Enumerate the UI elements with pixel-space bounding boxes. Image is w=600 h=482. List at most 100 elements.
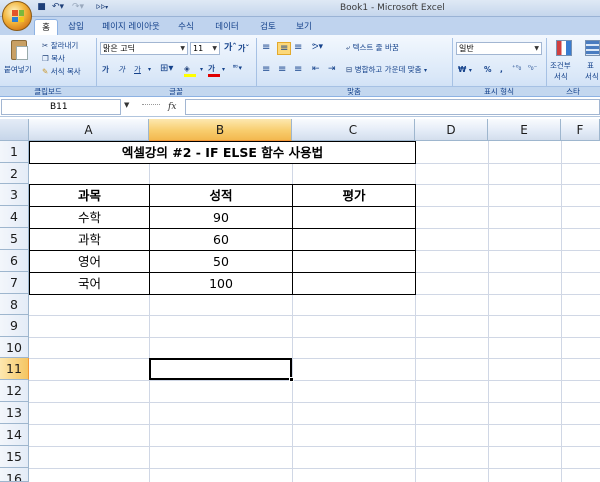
cell-score[interactable]: 90 — [150, 207, 292, 228]
fill-handle[interactable] — [289, 377, 294, 382]
tab-review[interactable]: 검토 — [254, 19, 282, 35]
chevron-down-icon[interactable]: ▼ — [124, 101, 134, 113]
cell-evaluation[interactable] — [293, 229, 415, 250]
column-header-f[interactable]: F — [561, 119, 600, 141]
cell-subject[interactable]: 과학 — [30, 229, 149, 250]
row-header-3[interactable]: 3 — [0, 184, 29, 206]
tab-home[interactable]: 홈 — [34, 19, 58, 35]
column-header-a[interactable]: A — [29, 119, 149, 141]
name-box[interactable]: B11 — [1, 99, 121, 115]
cell-subject[interactable]: 국어 — [30, 273, 149, 294]
insert-function-icon[interactable]: fx — [168, 99, 182, 115]
format-painter-button[interactable]: ✎ 서식 복사 — [42, 66, 81, 77]
grow-font-icon[interactable]: 가ˆ — [224, 43, 237, 54]
orientation-icon[interactable]: ᕗ▾ — [312, 42, 323, 53]
undo-icon[interactable]: ↶▾ — [50, 2, 66, 13]
decrease-indent-icon[interactable]: ⇤ — [312, 64, 320, 75]
cell-subject[interactable]: 영어 — [30, 251, 149, 272]
align-right-icon[interactable]: ≡ — [294, 64, 302, 75]
row-header-5[interactable]: 5 — [0, 228, 29, 250]
row-header-9[interactable]: 9 — [0, 315, 29, 337]
row-header-12[interactable]: 12 — [0, 380, 29, 402]
align-center-icon[interactable]: ≡ — [278, 64, 286, 75]
row-header-15[interactable]: 15 — [0, 446, 29, 468]
select-all-corner[interactable] — [0, 119, 29, 141]
phonetic-icon[interactable]: ᄈ▾ — [232, 63, 242, 74]
copy-button[interactable]: ❐ 복사 — [42, 53, 65, 64]
percent-button[interactable]: % — [484, 64, 492, 75]
header-score[interactable]: 성적 — [150, 185, 292, 206]
row-header-8[interactable]: 8 — [0, 294, 29, 315]
header-subject[interactable]: 과목 — [30, 185, 149, 206]
office-button[interactable] — [2, 1, 32, 31]
tab-formulas[interactable]: 수식 — [172, 19, 200, 35]
align-left-icon[interactable]: ≡ — [262, 64, 270, 75]
tab-insert[interactable]: 삽입 — [62, 19, 90, 35]
wrap-text-button[interactable]: ⤶ 텍스트 줄 바꿈 — [346, 42, 399, 53]
increase-decimal-icon[interactable]: ⁺⁰₀ — [512, 63, 521, 74]
format-as-table-label-2[interactable]: 서식 — [585, 71, 599, 82]
currency-button[interactable]: ₩ ▾ — [458, 64, 472, 76]
conditional-formatting-icon[interactable] — [556, 40, 572, 56]
cell-score[interactable]: 50 — [150, 251, 292, 272]
fill-dropdown-icon[interactable]: ▾ — [200, 64, 203, 75]
row-header-10[interactable]: 10 — [0, 337, 29, 358]
decrease-decimal-icon[interactable]: ⁰₀⁻ — [528, 63, 537, 74]
increase-indent-icon[interactable]: ⇥ — [328, 64, 336, 75]
formula-input[interactable] — [185, 99, 600, 115]
column-header-b[interactable]: B — [149, 119, 292, 141]
fill-color-button[interactable]: ◈ — [184, 63, 196, 77]
tab-page-layout[interactable]: 페이지 레이아웃 — [98, 19, 164, 35]
column-header-d[interactable]: D — [415, 119, 488, 141]
align-bottom-icon[interactable]: ≡ — [294, 42, 302, 53]
row-header-4[interactable]: 4 — [0, 206, 29, 228]
row-header-16[interactable]: 16 — [0, 468, 29, 482]
cell-subject[interactable]: 수학 — [30, 207, 149, 228]
borders-icon[interactable]: ⊞▾ — [160, 63, 173, 74]
cell-evaluation[interactable] — [293, 273, 415, 294]
column-header-c[interactable]: C — [292, 119, 415, 141]
font-color-button[interactable]: 가 — [208, 63, 220, 77]
comma-icon[interactable]: , — [500, 64, 503, 75]
cell-evaluation[interactable] — [293, 207, 415, 228]
font-name-combo[interactable]: 맑은 고딕 ▼ — [100, 42, 188, 55]
tab-data[interactable]: 데이터 — [210, 19, 244, 35]
row-header-1[interactable]: 1 — [0, 141, 29, 163]
row-header-13[interactable]: 13 — [0, 402, 29, 424]
font-size-combo[interactable]: 11 ▼ — [190, 42, 220, 55]
cell-score[interactable]: 100 — [150, 273, 292, 294]
bold-button[interactable]: 가 — [102, 64, 109, 75]
row-header-11[interactable]: 11 — [0, 358, 29, 380]
cell-evaluation[interactable] — [293, 251, 415, 272]
header-evaluation[interactable]: 평가 — [293, 185, 415, 206]
underline-dropdown-icon[interactable]: ▾ — [148, 64, 151, 75]
cell-score[interactable]: 60 — [150, 229, 292, 250]
row-header-7[interactable]: 7 — [0, 272, 29, 294]
cut-button[interactable]: ✂ 잘라내기 — [42, 40, 78, 51]
format-as-table-label[interactable]: 표 — [587, 60, 594, 71]
format-as-table-icon[interactable] — [585, 40, 600, 56]
italic-button[interactable]: 가 — [118, 64, 125, 75]
row-header-6[interactable]: 6 — [0, 250, 29, 272]
tab-view[interactable]: 보기 — [290, 19, 318, 35]
conditional-formatting-label-2[interactable]: 서식 — [554, 71, 568, 82]
gridline — [29, 315, 600, 316]
merge-center-button[interactable]: ⊟ 병합하고 가운데 맞춤 ▾ — [346, 64, 427, 76]
worksheet-grid[interactable] — [0, 119, 600, 482]
align-middle-icon[interactable]: ≡ — [277, 42, 292, 55]
paste-button[interactable]: 붙여넣기 — [4, 38, 36, 82]
font-color-dropdown-icon[interactable]: ▾ — [222, 64, 225, 75]
redo-icon[interactable]: ↷▾ — [70, 2, 86, 13]
splitter-handle-icon[interactable] — [142, 104, 160, 109]
column-header-e[interactable]: E — [488, 119, 561, 141]
align-top-icon[interactable]: ≡ — [262, 42, 270, 53]
active-cell-b11[interactable] — [149, 358, 292, 380]
shrink-font-icon[interactable]: 가ˇ — [238, 43, 249, 54]
conditional-formatting-label[interactable]: 조건부 — [550, 60, 571, 71]
save-icon[interactable]: ■ — [36, 2, 47, 13]
row-header-2[interactable]: 2 — [0, 163, 29, 184]
number-format-combo[interactable]: 일반 ▼ — [456, 42, 542, 55]
underline-button[interactable]: 가 — [134, 64, 141, 75]
row-header-14[interactable]: 14 — [0, 424, 29, 446]
customize-qat-icon[interactable]: ᐅᐅ▾ — [90, 2, 114, 13]
